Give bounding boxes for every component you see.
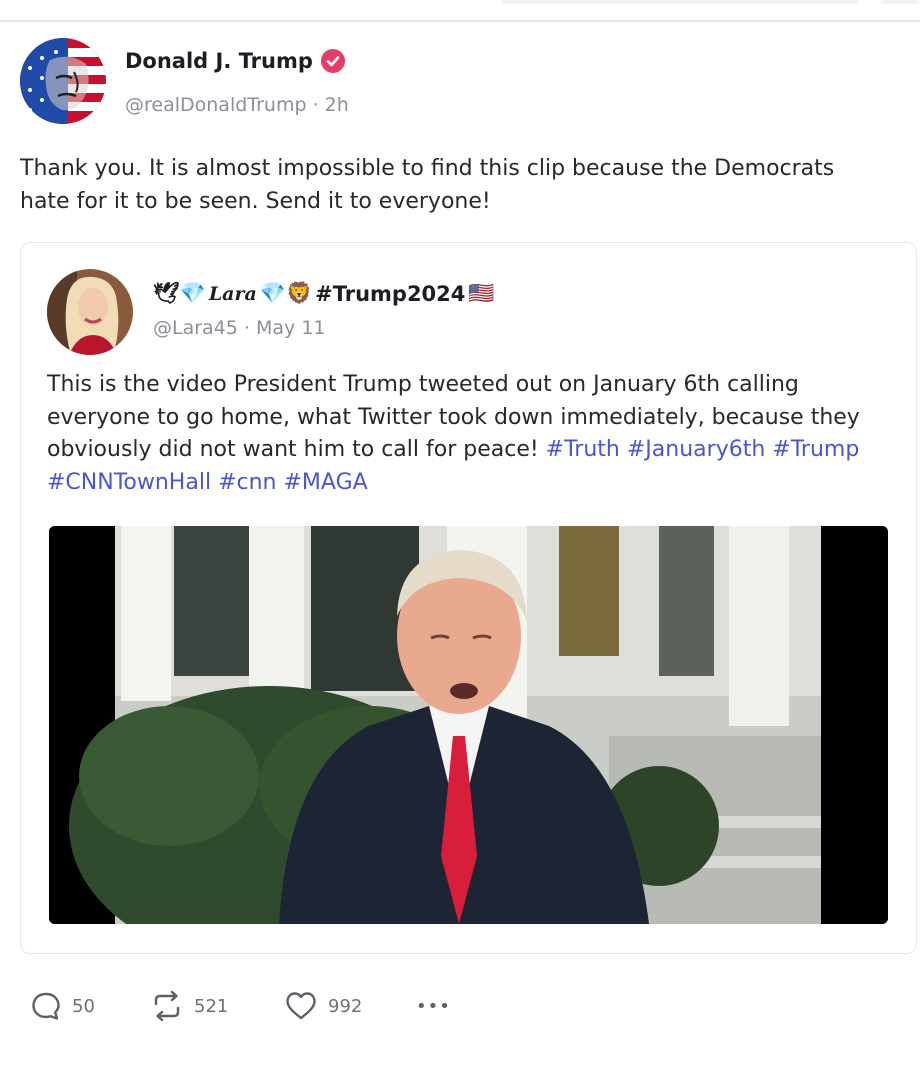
name-prefix-emoji: 🕊💎	[153, 281, 206, 305]
like-button[interactable]: 992	[284, 984, 362, 1028]
more-icon: •••	[416, 995, 451, 1017]
video-frame	[49, 526, 888, 924]
post-text: Thank you. It is almost impossible to fi…	[20, 156, 835, 214]
retruth-button[interactable]: 521	[150, 984, 228, 1028]
hashtag-link[interactable]: #January6th	[627, 437, 765, 462]
action-bar: 50 521 992 •••	[0, 984, 920, 1028]
verified-badge-icon	[320, 49, 345, 73]
author-avatar[interactable]	[20, 38, 106, 124]
hashtag-link[interactable]: #CNNTownHall	[47, 470, 211, 495]
name-script-text: Lara	[208, 282, 257, 305]
post-time[interactable]: 2h	[325, 94, 349, 116]
retruth-count: 521	[194, 995, 229, 1017]
author-name-row[interactable]: Donald J. Trump	[125, 49, 345, 73]
author-handle[interactable]: @realDonaldTrump	[125, 94, 307, 116]
toolbar-edge[interactable]	[880, 0, 920, 4]
hashtag-link[interactable]: #Trump	[772, 437, 859, 462]
top-edge-bar	[0, 0, 920, 22]
quoted-post-card[interactable]: 🕊💎 Lara 💎🦁 #Trump2024 🇺🇸 @Lara45 · May 1…	[20, 242, 917, 954]
retruth-icon	[154, 990, 180, 1022]
author-meta: @realDonaldTrump · 2h	[125, 94, 349, 116]
post: Donald J. Trump @realDonaldTrump · 2h Th…	[0, 24, 920, 1076]
name-hashtag: #Trump2024	[315, 281, 466, 306]
reply-icon	[32, 992, 60, 1020]
quoted-date[interactable]: May 11	[256, 317, 326, 339]
reply-button[interactable]: 50	[30, 984, 95, 1028]
video-player[interactable]	[49, 526, 888, 924]
quoted-author-avatar[interactable]	[47, 269, 133, 355]
name-suffix-emoji: 💎🦁	[259, 281, 313, 305]
quoted-meta: @Lara45 · May 11	[153, 317, 326, 339]
search-field-edge[interactable]	[500, 0, 860, 4]
quoted-text: This is the video President Trump tweete…	[47, 369, 887, 499]
reply-count: 50	[72, 995, 95, 1017]
like-count: 992	[328, 995, 363, 1017]
hashtag-link[interactable]: #Truth	[546, 437, 620, 462]
author-name[interactable]: Donald J. Trump	[125, 49, 313, 73]
hashtag-link[interactable]: #cnn	[218, 470, 276, 495]
quoted-author-name[interactable]: 🕊💎 Lara 💎🦁 #Trump2024 🇺🇸	[153, 281, 495, 306]
like-icon	[286, 992, 316, 1020]
name-flag-emoji: 🇺🇸	[468, 281, 495, 305]
meta-separator: ·	[243, 317, 250, 339]
more-button[interactable]: •••	[416, 984, 451, 1028]
meta-separator: ·	[312, 94, 319, 116]
hashtag-link[interactable]: #MAGA	[283, 470, 367, 495]
quoted-handle[interactable]: @Lara45	[153, 317, 238, 339]
